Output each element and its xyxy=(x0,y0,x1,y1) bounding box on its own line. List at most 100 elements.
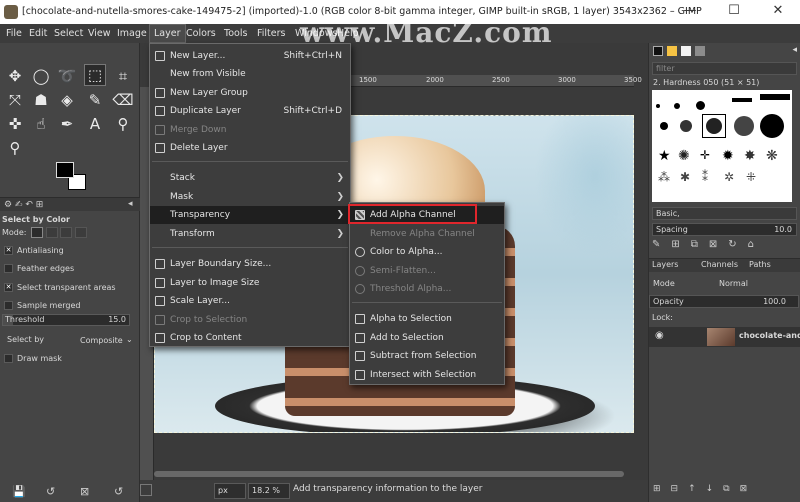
mode-add-icon[interactable] xyxy=(45,227,58,238)
menu-new-layer-group[interactable]: New Layer Group xyxy=(150,84,350,102)
menu-colors[interactable]: Colors xyxy=(182,24,220,43)
menu-mask[interactable]: Mask ❯ xyxy=(150,188,350,206)
tab-menu-icon[interactable]: ◂ xyxy=(792,45,797,55)
brush-swatch[interactable] xyxy=(656,104,660,108)
brush-swatch[interactable]: ⁑ xyxy=(702,170,708,184)
antialiasing-checkbox[interactable]: ✕ xyxy=(4,246,13,255)
menu-new-layer[interactable]: New Layer... Shift+Ctrl+N xyxy=(150,47,350,65)
zoom-select[interactable]: 18.2 % xyxy=(248,483,290,499)
layer-mode-select[interactable]: Normal xyxy=(715,277,781,291)
mode-intersect-icon[interactable] xyxy=(74,227,87,238)
restore-options-icon[interactable]: ↺ xyxy=(46,485,55,498)
sample-merged-row[interactable]: Sample merged xyxy=(2,297,138,314)
brush-swatch[interactable] xyxy=(760,94,790,100)
layer-actions[interactable]: ⊞⊟↑↓⧉⊠ xyxy=(653,484,797,494)
horizontal-scrollbar[interactable] xyxy=(154,469,634,479)
warp-tool-icon[interactable]: ☗ xyxy=(30,89,52,111)
brush-actions[interactable]: ✎⊞⧉⊠↻⌂ xyxy=(652,239,797,253)
brush-tag-select[interactable]: Basic, xyxy=(652,207,797,220)
menu-image[interactable]: Image xyxy=(113,24,151,43)
menu-semi-flatten[interactable]: Semi-Flatten... xyxy=(350,262,504,280)
transparent-row[interactable]: ✕ Select transparent areas xyxy=(2,279,138,296)
menu-file[interactable]: File xyxy=(2,24,26,43)
threshold-slider[interactable]: Threshold 15.0 xyxy=(2,314,130,326)
brush-swatch[interactable]: ⁂ xyxy=(658,170,670,184)
transparent-checkbox[interactable]: ✕ xyxy=(4,283,13,292)
menu-duplicate-layer[interactable]: Duplicate Layer Shift+Ctrl+D xyxy=(150,102,350,120)
brush-grid[interactable]: ★ ✺ ✛ ✹ ✸ ❋ ⁂ ✱ ⁑ ✲ ⁜ xyxy=(652,90,792,202)
brush-swatch[interactable]: ✺ xyxy=(678,148,690,164)
text-tool-icon[interactable]: A xyxy=(84,113,106,135)
crop-tool-icon[interactable]: ⌗ xyxy=(112,65,134,87)
brush-swatch[interactable] xyxy=(696,101,705,110)
feather-row[interactable]: Feather edges xyxy=(2,260,138,277)
feather-checkbox[interactable] xyxy=(4,264,13,273)
menu-add-to-selection[interactable]: Add to Selection xyxy=(350,329,504,347)
zoom-tool-icon[interactable]: ⚲ xyxy=(4,137,26,159)
menu-remove-alpha-channel[interactable]: Remove Alpha Channel xyxy=(350,225,504,243)
paths-tool-icon[interactable]: ✒ xyxy=(56,113,78,135)
brush-swatch[interactable]: ✛ xyxy=(700,148,710,162)
select-by-color-icon[interactable]: ⬚ xyxy=(84,64,106,86)
brush-swatch[interactable]: ✲ xyxy=(724,170,734,184)
menu-threshold-alpha[interactable]: Threshold Alpha... xyxy=(350,280,504,298)
menu-transform[interactable]: Transform ❯ xyxy=(150,225,350,243)
scrollbar-thumb[interactable] xyxy=(154,471,624,477)
brush-swatch[interactable] xyxy=(732,98,752,102)
bucket-fill-icon[interactable]: ◈ xyxy=(56,89,78,111)
menu-view[interactable]: View xyxy=(84,24,115,43)
eraser-icon[interactable]: ⌫ xyxy=(112,89,134,111)
brush-swatch[interactable]: ✸ xyxy=(744,148,756,164)
brush-swatch[interactable]: ❋ xyxy=(766,148,778,164)
spacing-slider[interactable]: Spacing 10.0 xyxy=(652,223,797,236)
maximize-button[interactable]: ☐ xyxy=(712,0,756,24)
tab-paths[interactable]: Paths xyxy=(749,260,771,269)
menu-intersect-with-selection[interactable]: Intersect with Selection xyxy=(350,366,504,384)
vertical-scrollbar[interactable] xyxy=(634,115,648,469)
brush-swatch[interactable] xyxy=(760,114,784,138)
paintbrush-icon[interactable]: ✎ xyxy=(84,89,106,111)
tab-channels[interactable]: Channels xyxy=(701,260,738,269)
brush-swatch[interactable]: ✱ xyxy=(680,170,690,184)
brushes-tab-icon[interactable] xyxy=(653,46,663,56)
menu-crop-to-selection[interactable]: Crop to Selection xyxy=(150,311,350,329)
brush-swatch[interactable] xyxy=(660,122,668,130)
menu-layer-boundary-size[interactable]: Layer Boundary Size... xyxy=(150,255,350,273)
foreground-color-swatch[interactable] xyxy=(56,162,74,178)
sample-merged-checkbox[interactable] xyxy=(4,301,13,310)
menu-merge-down[interactable]: Merge Down xyxy=(150,121,350,139)
tab-layers[interactable]: Layers xyxy=(652,260,678,269)
tool-options-tab-icon[interactable]: ⚙ ✍ ↶ ⊞ xyxy=(4,200,43,210)
brush-swatch[interactable]: ★ xyxy=(658,148,671,164)
draw-mask-row[interactable]: Draw mask xyxy=(2,350,138,367)
unit-select[interactable]: px xyxy=(214,483,246,499)
patterns-tab-icon[interactable] xyxy=(667,46,677,56)
menu-scale-layer[interactable]: Scale Layer... xyxy=(150,292,350,310)
brush-swatch[interactable]: ✹ xyxy=(722,148,734,164)
menu-edit[interactable]: Edit xyxy=(25,24,51,43)
menu-stack[interactable]: Stack ❯ xyxy=(150,169,350,187)
ellipse-select-icon[interactable]: ◯ xyxy=(30,65,52,87)
quick-mask-icon[interactable] xyxy=(140,484,152,496)
opacity-slider[interactable]: Opacity 100.0 xyxy=(649,295,799,308)
menu-subtract-from-selection[interactable]: Subtract from Selection xyxy=(350,347,504,365)
document-tab-icon[interactable] xyxy=(695,46,705,56)
select-by-dropdown[interactable]: Composite xyxy=(80,332,123,349)
brush-swatch[interactable]: ⁜ xyxy=(746,170,756,184)
tab-menu-icon[interactable]: ◂ xyxy=(128,199,133,209)
brush-swatch[interactable] xyxy=(680,120,692,132)
brush-filter-input[interactable]: filter xyxy=(652,62,797,75)
brush-swatch[interactable] xyxy=(674,103,680,109)
mode-subtract-icon[interactable] xyxy=(60,227,73,238)
menu-filters[interactable]: Filters xyxy=(253,24,289,43)
menu-layer-to-image-size[interactable]: Layer to Image Size xyxy=(150,274,350,292)
minimize-button[interactable]: — xyxy=(668,0,712,24)
menu-color-to-alpha[interactable]: Color to Alpha... xyxy=(350,243,504,261)
menu-select[interactable]: Select xyxy=(50,24,87,43)
clone-tool-icon[interactable]: ✜ xyxy=(4,113,26,135)
move-tool-icon[interactable]: ✥ xyxy=(4,65,26,87)
menu-delete-layer[interactable]: Delete Layer xyxy=(150,139,350,157)
menu-crop-to-content[interactable]: Crop to Content xyxy=(150,329,350,347)
menu-transparency[interactable]: Transparency ❯ xyxy=(150,206,350,224)
fonts-tab-icon[interactable] xyxy=(681,46,691,56)
